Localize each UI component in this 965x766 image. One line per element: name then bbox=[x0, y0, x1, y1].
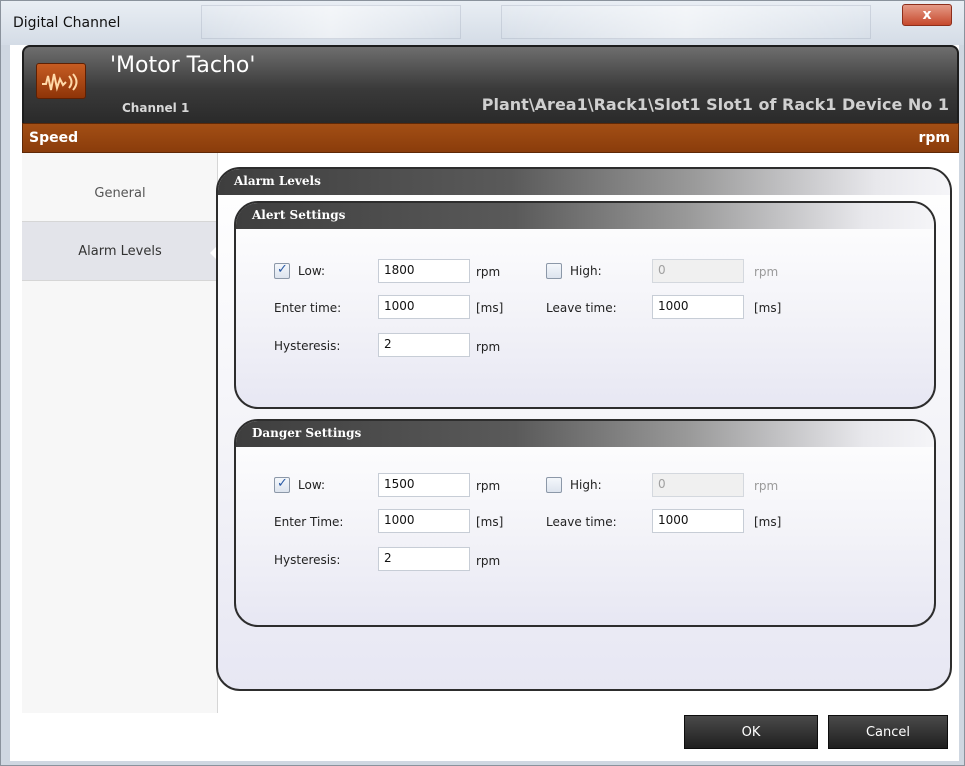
danger-low-input[interactable]: 1500 bbox=[378, 473, 470, 497]
title-bar[interactable]: Digital Channel x bbox=[1, 1, 964, 45]
close-button[interactable]: x bbox=[902, 4, 952, 26]
alert-high-unit: rpm bbox=[754, 265, 779, 279]
cancel-button[interactable]: Cancel bbox=[828, 715, 948, 749]
danger-high-unit: rpm bbox=[754, 479, 779, 493]
alert-enter-time-input[interactable]: 1000 bbox=[378, 295, 470, 319]
danger-settings-group: Danger Settings Low: 1500 rpm High: 0 rp… bbox=[234, 419, 936, 627]
measurement-label: Speed bbox=[29, 130, 79, 146]
close-icon: x bbox=[922, 7, 932, 23]
panel-title: Alarm Levels bbox=[218, 169, 950, 195]
danger-high-input[interactable]: 0 bbox=[652, 473, 744, 497]
window-title: Digital Channel bbox=[13, 15, 121, 31]
nav-item-label: Alarm Levels bbox=[78, 243, 162, 259]
dialog-window: Digital Channel x 'Motor Tacho' Channel … bbox=[0, 0, 965, 766]
alarm-levels-panel: Alarm Levels Alert Settings Low: 1800 rp… bbox=[216, 167, 952, 691]
background-window-ghost bbox=[501, 5, 871, 39]
group-title: Danger Settings bbox=[236, 421, 934, 447]
channel-number: Channel 1 bbox=[122, 101, 190, 115]
alert-low-unit: rpm bbox=[476, 265, 501, 279]
nav-item-alarm-levels[interactable]: Alarm Levels bbox=[22, 221, 219, 281]
alert-low-input[interactable]: 1800 bbox=[378, 259, 470, 283]
alert-leave-time-label: Leave time: bbox=[546, 301, 617, 315]
alert-leave-time-unit: [ms] bbox=[754, 301, 782, 315]
measurement-unit: rpm bbox=[918, 130, 950, 146]
danger-low-label: Low: bbox=[298, 478, 326, 492]
nav-item-general[interactable]: General bbox=[22, 163, 218, 223]
settings-nav: General Alarm Levels bbox=[22, 153, 219, 713]
danger-hysteresis-label: Hysteresis: bbox=[274, 553, 341, 567]
alert-settings-group: Alert Settings Low: 1800 rpm High: 0 rpm… bbox=[234, 201, 936, 409]
danger-hysteresis-unit: rpm bbox=[476, 554, 501, 568]
danger-leave-time-input[interactable]: 1000 bbox=[652, 509, 744, 533]
danger-leave-time-unit: [ms] bbox=[754, 515, 782, 529]
danger-enter-time-unit: [ms] bbox=[476, 515, 504, 529]
danger-high-label: High: bbox=[570, 478, 602, 492]
background-window-ghost bbox=[201, 5, 461, 39]
measurement-bar: Speed rpm bbox=[22, 123, 959, 153]
channel-header: 'Motor Tacho' Channel 1 Plant\Area1\Rack… bbox=[22, 45, 959, 123]
alert-leave-time-input[interactable]: 1000 bbox=[652, 295, 744, 319]
alert-hysteresis-unit: rpm bbox=[476, 340, 501, 354]
danger-hysteresis-input[interactable]: 2 bbox=[378, 547, 470, 571]
waveform-icon bbox=[36, 63, 86, 99]
alert-high-label: High: bbox=[570, 264, 602, 278]
ok-button[interactable]: OK bbox=[684, 715, 818, 749]
alert-high-checkbox[interactable] bbox=[546, 263, 562, 279]
alert-hysteresis-input[interactable]: 2 bbox=[378, 333, 470, 357]
alert-enter-time-unit: [ms] bbox=[476, 301, 504, 315]
alert-enter-time-label: Enter time: bbox=[274, 301, 342, 315]
channel-path: Plant\Area1\Rack1\Slot1 Slot1 of Rack1 D… bbox=[481, 95, 949, 114]
alert-hysteresis-label: Hysteresis: bbox=[274, 339, 341, 353]
danger-enter-time-input[interactable]: 1000 bbox=[378, 509, 470, 533]
group-title: Alert Settings bbox=[236, 203, 934, 229]
nav-item-label: General bbox=[94, 185, 146, 201]
alert-low-checkbox[interactable] bbox=[274, 262, 290, 279]
danger-enter-time-label: Enter Time: bbox=[274, 515, 344, 529]
alert-high-input[interactable]: 0 bbox=[652, 259, 744, 283]
danger-high-checkbox[interactable] bbox=[546, 477, 562, 493]
dialog-client-area: 'Motor Tacho' Channel 1 Plant\Area1\Rack… bbox=[10, 45, 959, 761]
danger-low-checkbox[interactable] bbox=[274, 476, 290, 493]
ok-button-label: OK bbox=[741, 724, 761, 740]
danger-low-unit: rpm bbox=[476, 479, 501, 493]
channel-name: 'Motor Tacho' bbox=[110, 53, 256, 78]
alert-low-label: Low: bbox=[298, 264, 326, 278]
danger-leave-time-label: Leave time: bbox=[546, 515, 617, 529]
cancel-button-label: Cancel bbox=[865, 724, 911, 740]
